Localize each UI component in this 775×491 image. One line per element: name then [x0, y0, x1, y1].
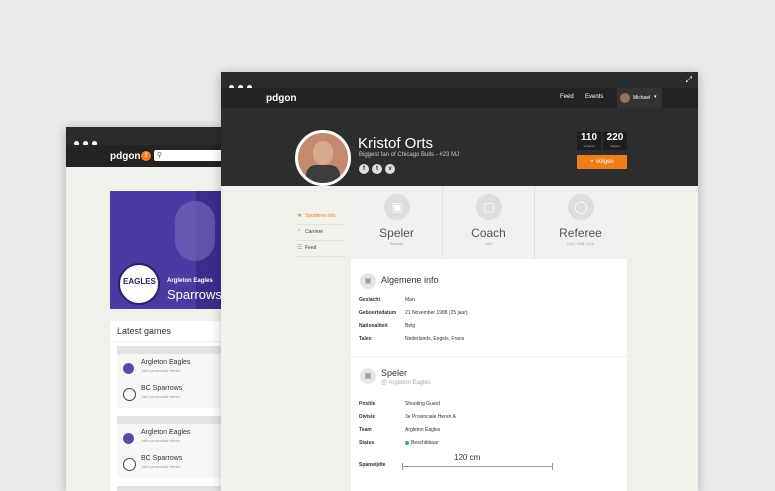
role-coach[interactable]: ▢ Coach U13 — [443, 186, 535, 259]
chevron-down-icon: ▾ — [654, 94, 657, 100]
trophy-icon: ★ — [297, 213, 303, 219]
section-subtitle: @ Argleton Eagles — [381, 380, 431, 386]
following-count[interactable]: 110 Volgend — [577, 132, 601, 150]
nav-feed-link[interactable]: Feed — [560, 94, 574, 100]
section-title: Algemene info — [381, 275, 439, 285]
profile-content: ▣ Speler Seniors ▢ Coach U13 ◯ Referee U… — [351, 186, 627, 491]
history-icon: ◔ — [297, 228, 301, 234]
team-logo-icon — [123, 388, 136, 402]
role-speler[interactable]: ▣ Speler Seniors — [351, 186, 443, 259]
side-item-carriere[interactable]: ◔ Carriere — [295, 225, 345, 241]
front-browser-window: ⤢ pdgon Feed Events Michael ▾ Kristof Or… — [221, 72, 698, 491]
span-value: 120 cm — [454, 453, 481, 462]
hero-title: Sparrows — [167, 287, 222, 302]
shirt-icon: ▣ — [360, 273, 376, 289]
user-menu-button[interactable]: Michael ▾ — [617, 88, 662, 108]
team-logo: EAGLES — [118, 263, 160, 305]
profile-name: Kristof Orts — [358, 135, 434, 152]
hero-club-name: Argleton Eagles — [167, 278, 213, 284]
profile-side-menu: ★ Sportieve info ◔ Carriere ☰ Feed — [295, 209, 345, 257]
window-titlebar: ⤢ — [221, 72, 698, 90]
followers-count[interactable]: 220 Volgers — [603, 132, 627, 150]
team-logo-icon — [123, 458, 136, 472]
clipboard-icon: ▢ — [476, 194, 502, 220]
follow-button[interactable]: + Volgen — [577, 155, 627, 169]
twitter-icon[interactable]: t — [372, 164, 382, 174]
facebook-icon[interactable]: f — [359, 164, 369, 174]
whistle-icon: ◯ — [568, 194, 594, 220]
vine-icon[interactable]: v — [385, 164, 395, 174]
user-name: Michael — [633, 95, 651, 101]
expand-icon[interactable]: ⤢ — [686, 75, 692, 85]
hero-player-image — [175, 201, 215, 261]
shirt-icon: ▣ — [384, 194, 410, 220]
team-logo-icon — [123, 363, 134, 375]
roles-bar: ▣ Speler Seniors ▢ Coach U13 ◯ Referee U… — [351, 186, 627, 259]
role-referee[interactable]: ◯ Referee U12, U16, U18 — [535, 186, 626, 259]
section-title: Speler — [381, 368, 408, 378]
search-icon: ⚲ — [157, 152, 163, 159]
team-logo-icon — [123, 433, 134, 445]
app-logo[interactable]: pdgon — [266, 93, 297, 104]
side-item-feed[interactable]: ☰ Feed — [295, 241, 345, 257]
top-navbar: pdgon Feed Events Michael ▾ — [221, 88, 698, 108]
feed-icon: ☰ — [297, 245, 303, 251]
side-item-sportieve-info[interactable]: ★ Sportieve info — [295, 209, 345, 225]
shirt-icon: ▣ — [360, 368, 376, 384]
span-range-indicator — [402, 463, 553, 470]
latest-games-title: Latest games — [117, 326, 172, 336]
app-logo[interactable]: pdgon — [110, 151, 141, 162]
avatar — [620, 93, 630, 103]
status-badge: Beschikbaar — [405, 440, 439, 446]
notification-badge[interactable]: 2 — [141, 151, 151, 161]
profile-tagline: Biggest fan of Chicago Bulls - #23 MJ — [359, 152, 460, 158]
nav-events-link[interactable]: Events — [585, 94, 603, 100]
profile-avatar — [295, 130, 351, 186]
